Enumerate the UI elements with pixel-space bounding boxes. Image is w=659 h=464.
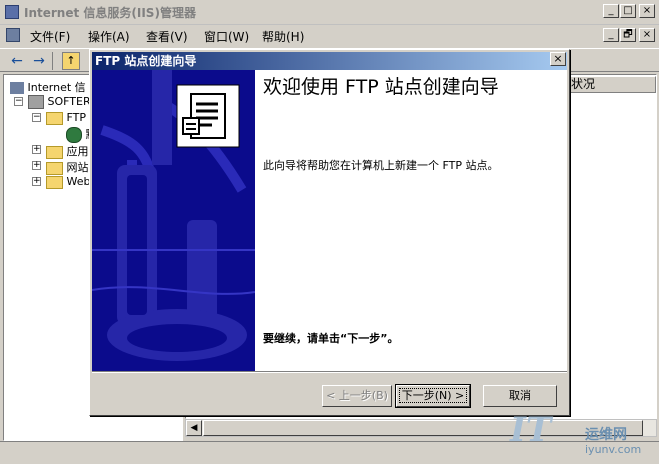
tree-node-server[interactable]: SOFTER	[28, 95, 91, 109]
folder-icon	[46, 111, 63, 125]
wizard-description: 此向导将帮助您在计算机上新建一个 FTP 站点。	[263, 159, 499, 172]
scroll-thumb[interactable]	[203, 420, 643, 436]
tree-collapse-toggle[interactable]: −	[14, 97, 23, 106]
wizard-separator	[92, 371, 567, 373]
watermark-logo: IT	[510, 410, 552, 450]
wizard-next-label: 下一步(N) >	[398, 388, 468, 403]
wizard-next-button[interactable]: 下一步(N) >	[395, 384, 471, 408]
column-header-status[interactable]: 状况	[568, 76, 656, 93]
wizard-continue-text: 要继续，请单击“下一步”。	[263, 332, 399, 345]
minimize-button[interactable]: _	[603, 4, 619, 18]
menu-file[interactable]: 文件(F)	[30, 28, 70, 45]
tree-node-app-pools[interactable]: 应用	[46, 143, 89, 159]
tree-label-ftp-sites: FTP	[66, 111, 87, 124]
folder-icon	[46, 145, 63, 159]
tree-node-websites[interactable]: 网站	[46, 159, 89, 175]
menu-window[interactable]: 窗口(W)	[204, 28, 249, 45]
iis-app-icon	[5, 5, 19, 19]
tree-expand-toggle[interactable]: +	[32, 145, 41, 154]
up-folder-icon[interactable]: ↑	[62, 52, 80, 70]
main-window-title: Internet 信息服务(IIS)管理器	[24, 6, 196, 20]
tree-expand-toggle[interactable]: +	[32, 161, 41, 170]
menu-bar: 文件(F) 操作(A) 查看(V) 窗口(W) 帮助(H) _ 🗗 ×	[0, 25, 659, 46]
wizard-heading: 欢迎使用 FTP 站点创建向导	[263, 76, 499, 98]
tree-expand-toggle[interactable]: +	[32, 177, 41, 186]
menu-help[interactable]: 帮助(H)	[262, 28, 304, 45]
tree-label-websites: 网站	[66, 161, 89, 174]
forward-arrow-icon[interactable]: →	[30, 52, 48, 70]
globe-icon	[66, 127, 82, 143]
tree-node-root[interactable]: Internet 信	[10, 79, 86, 95]
iis-node-icon	[10, 82, 24, 94]
watermark-url: iyunv.com	[585, 443, 642, 456]
mdi-restore-button[interactable]: 🗗	[620, 28, 636, 42]
maximize-button[interactable]: □	[620, 4, 636, 18]
wizard-banner-graphic	[92, 70, 255, 371]
tree-label-web-ext: Web	[66, 175, 91, 188]
toolbar-separator	[52, 52, 53, 70]
ftp-site-wizard-dialog: FTP 站点创建向导 × 欢迎使用 FTP 站点创建向导 此向导将帮助您在计算机…	[89, 49, 570, 416]
tree-node-web-ext[interactable]: Web	[46, 175, 90, 189]
tree-node-ftp-sites[interactable]: FTP	[46, 111, 86, 125]
main-titlebar: Internet 信息服务(IIS)管理器 _ □ ×	[0, 0, 659, 25]
watermark-site-name: 运维网	[585, 427, 627, 443]
mdi-close-button[interactable]: ×	[639, 28, 655, 42]
scroll-left-button[interactable]: ◀	[186, 420, 202, 436]
wizard-cancel-button[interactable]: 取消	[483, 385, 557, 407]
folder-icon	[46, 175, 63, 189]
wizard-title: FTP 站点创建向导	[95, 54, 197, 68]
menu-view[interactable]: 查看(V)	[146, 28, 188, 45]
wizard-close-button[interactable]: ×	[550, 52, 566, 66]
status-bar	[0, 441, 659, 464]
mdi-minimize-button[interactable]: _	[603, 28, 619, 42]
tree-label-root: Internet 信	[27, 81, 86, 94]
tree-label-app-pools: 应用	[66, 145, 89, 158]
wizard-back-button[interactable]: < 上一步(B)	[322, 385, 392, 407]
tree-label-server: SOFTER	[47, 95, 91, 108]
wizard-banner	[92, 70, 255, 371]
wizard-content: 欢迎使用 FTP 站点创建向导 此向导将帮助您在计算机上新建一个 FTP 站点。…	[255, 70, 567, 371]
wizard-titlebar: FTP 站点创建向导	[92, 52, 567, 70]
back-arrow-icon[interactable]: ←	[8, 52, 26, 70]
tree-collapse-toggle[interactable]: −	[32, 113, 41, 122]
server-icon	[28, 95, 44, 109]
folder-icon	[46, 161, 63, 175]
mmc-doc-icon	[6, 28, 20, 42]
menu-action[interactable]: 操作(A)	[88, 28, 130, 45]
close-button[interactable]: ×	[639, 4, 655, 18]
